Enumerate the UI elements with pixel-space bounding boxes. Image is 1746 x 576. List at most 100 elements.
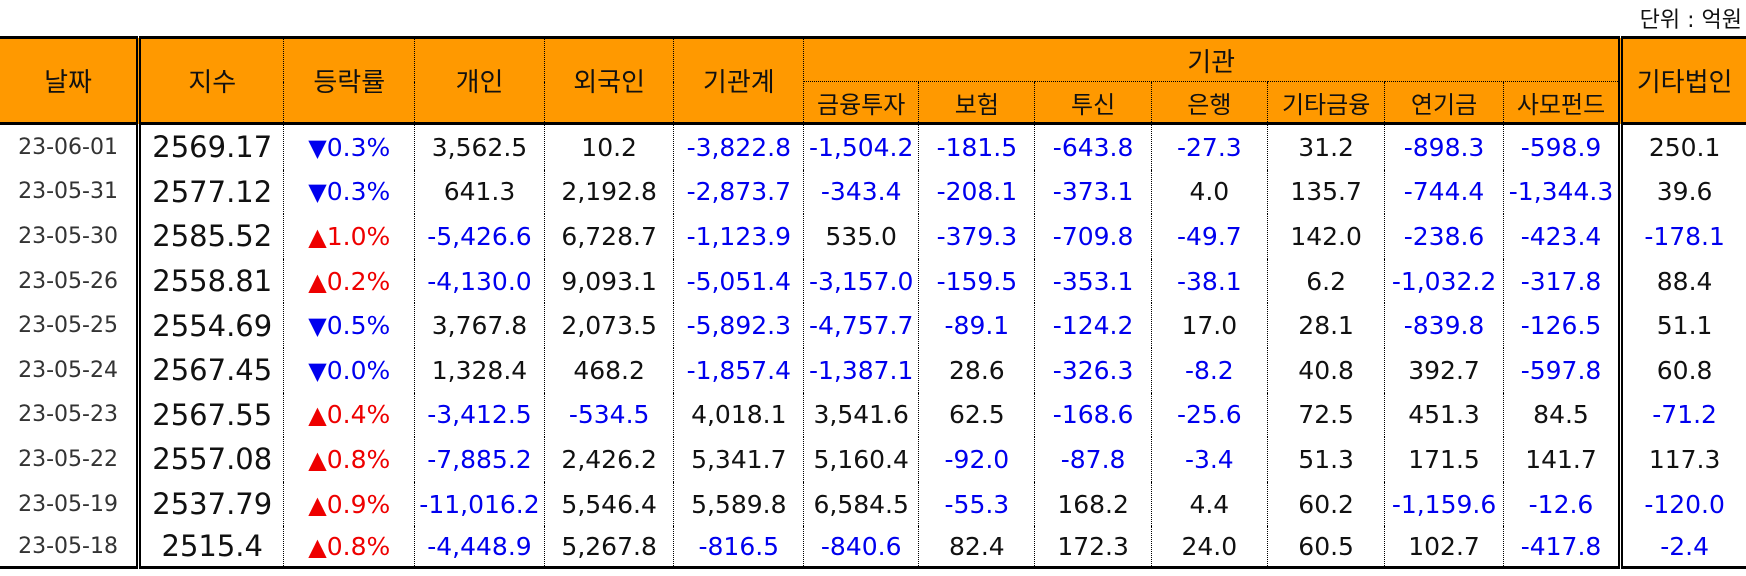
individual-cell: -3,412.5: [414, 392, 545, 438]
table-row: 23-05-25 2554.69 ▼0.5% 3,767.8 2,073.5 -5,892…: [0, 303, 1746, 348]
index-cell: 2585.52: [138, 214, 285, 259]
change-cell: ▲0.8%: [283, 437, 416, 482]
insurance-cell: 62.5: [918, 392, 1036, 438]
pension-cell: -898.3: [1384, 123, 1504, 170]
change-cell: ▼0.3%: [283, 123, 416, 170]
up-triangle-icon: ▲: [308, 267, 327, 296]
private-fund-cell: -12.6: [1502, 481, 1624, 527]
insurance-cell: -208.1: [918, 169, 1036, 215]
pension-cell: -839.8: [1384, 303, 1504, 348]
pension-cell: 102.7: [1384, 526, 1504, 570]
change-value: 0.8%: [326, 444, 391, 474]
down-triangle-icon: ▼: [308, 133, 327, 162]
down-triangle-icon: ▼: [308, 356, 327, 385]
table-row: 23-05-22 2557.08 ▲0.8% -7,885.2 2,426.2 5,341…: [0, 437, 1746, 482]
insurance-cell: -55.3: [918, 481, 1036, 527]
other-financial-cell: 142.0: [1266, 214, 1386, 259]
index-cell: 2567.45: [138, 347, 285, 393]
investment-trust-cell: 172.3: [1034, 526, 1152, 570]
other-financial-cell: 51.3: [1266, 437, 1386, 482]
other-corporate-cell: 60.8: [1620, 347, 1746, 393]
other-financial-cell: 60.2: [1266, 481, 1386, 527]
private-fund-cell: -417.8: [1502, 526, 1624, 570]
up-triangle-icon: ▲: [308, 445, 327, 474]
date-cell: 23-05-22: [0, 437, 142, 482]
pension-cell: -1,159.6: [1384, 481, 1504, 527]
change-cell: ▲0.9%: [283, 481, 416, 527]
other-financial-cell: 28.1: [1266, 303, 1386, 348]
investment-trust-cell: -643.8: [1034, 123, 1152, 170]
investment-trust-cell: -709.8: [1034, 214, 1152, 259]
private-fund-cell: -423.4: [1502, 214, 1624, 259]
financial-investment-cell: -3,157.0: [803, 258, 920, 304]
change-cell: ▲1.0%: [283, 214, 416, 259]
foreign-cell: 5,546.4: [543, 481, 675, 527]
header-pension: 연기금: [1384, 81, 1504, 125]
date-cell: 23-05-26: [0, 258, 142, 304]
institution-total-cell: 5,589.8: [673, 481, 805, 527]
other-financial-cell: 60.5: [1266, 526, 1386, 570]
table-row: 23-05-18 2515.4 ▲0.8% -4,448.9 5,267.8 -816.5…: [0, 526, 1746, 570]
up-triangle-icon: ▲: [308, 490, 327, 519]
institution-total-cell: -5,892.3: [673, 303, 805, 348]
table-row: 23-05-23 2567.55 ▲0.4% -3,412.5 -534.5 4,018.…: [0, 392, 1746, 438]
institution-total-cell: -5,051.4: [673, 258, 805, 304]
institution-total-cell: -3,822.8: [673, 123, 805, 170]
other-corporate-cell: -120.0: [1620, 481, 1746, 527]
bank-cell: -38.1: [1150, 258, 1268, 304]
bank-cell: -49.7: [1150, 214, 1268, 259]
individual-cell: 3,767.8: [414, 303, 545, 348]
header-insurance: 보험: [918, 81, 1036, 125]
institution-total-cell: 4,018.1: [673, 392, 805, 438]
foreign-cell: 9,093.1: [543, 258, 675, 304]
table-row: 23-05-24 2567.45 ▼0.0% 1,328.4 468.2 -1,857.4…: [0, 347, 1746, 393]
private-fund-cell: 84.5: [1502, 392, 1624, 438]
institution-total-cell: -2,873.7: [673, 169, 805, 215]
other-corporate-cell: 250.1: [1620, 123, 1746, 170]
financial-investment-cell: -1,504.2: [803, 123, 920, 170]
change-cell: ▼0.3%: [283, 169, 416, 215]
private-fund-cell: 141.7: [1502, 437, 1624, 482]
institution-total-cell: -1,123.9: [673, 214, 805, 259]
foreign-cell: 6,728.7: [543, 214, 675, 259]
index-cell: 2557.08: [138, 437, 285, 482]
individual-cell: -11,016.2: [414, 481, 545, 527]
other-financial-cell: 135.7: [1266, 169, 1386, 215]
private-fund-cell: -126.5: [1502, 303, 1624, 348]
financial-investment-cell: 6,584.5: [803, 481, 920, 527]
individual-cell: -5,426.6: [414, 214, 545, 259]
investment-trust-cell: -168.6: [1034, 392, 1152, 438]
table-row: 23-05-30 2585.52 ▲1.0% -5,426.6 6,728.7 -1,12…: [0, 214, 1746, 259]
table-row: 23-06-01 2569.17 ▼0.3% 3,562.5 10.2 -3,822.8-…: [0, 123, 1746, 170]
investment-trust-cell: -373.1: [1034, 169, 1152, 215]
change-value: 1.0%: [326, 221, 391, 251]
private-fund-cell: -597.8: [1502, 347, 1624, 393]
date-cell: 23-05-25: [0, 303, 142, 348]
financial-investment-cell: -343.4: [803, 169, 920, 215]
down-triangle-icon: ▼: [308, 178, 327, 207]
other-corporate-cell: -71.2: [1620, 392, 1746, 438]
date-cell: 23-05-30: [0, 214, 142, 259]
financial-investment-cell: 535.0: [803, 214, 920, 259]
bank-cell: 4.0: [1150, 169, 1268, 215]
change-value: 0.4%: [326, 400, 391, 430]
header-financial-investment: 금융투자: [803, 81, 920, 125]
pension-cell: -1,032.2: [1384, 258, 1504, 304]
header-institution-total: 기관계: [673, 36, 805, 125]
header-institution-group: 기관: [803, 36, 1624, 82]
index-cell: 2567.55: [138, 392, 285, 438]
header-change: 등락률: [283, 36, 416, 125]
investment-trust-cell: -124.2: [1034, 303, 1152, 348]
investment-trust-cell: -87.8: [1034, 437, 1152, 482]
header-individual: 개인: [414, 36, 545, 125]
private-fund-cell: -598.9: [1502, 123, 1624, 170]
foreign-cell: 468.2: [543, 347, 675, 393]
change-value: 0.9%: [326, 489, 391, 519]
foreign-cell: -534.5: [543, 392, 675, 438]
bank-cell: -27.3: [1150, 123, 1268, 170]
foreign-cell: 10.2: [543, 123, 675, 170]
investment-trust-cell: -326.3: [1034, 347, 1152, 393]
index-cell: 2554.69: [138, 303, 285, 348]
date-cell: 23-05-23: [0, 392, 142, 438]
individual-cell: 641.3: [414, 169, 545, 215]
